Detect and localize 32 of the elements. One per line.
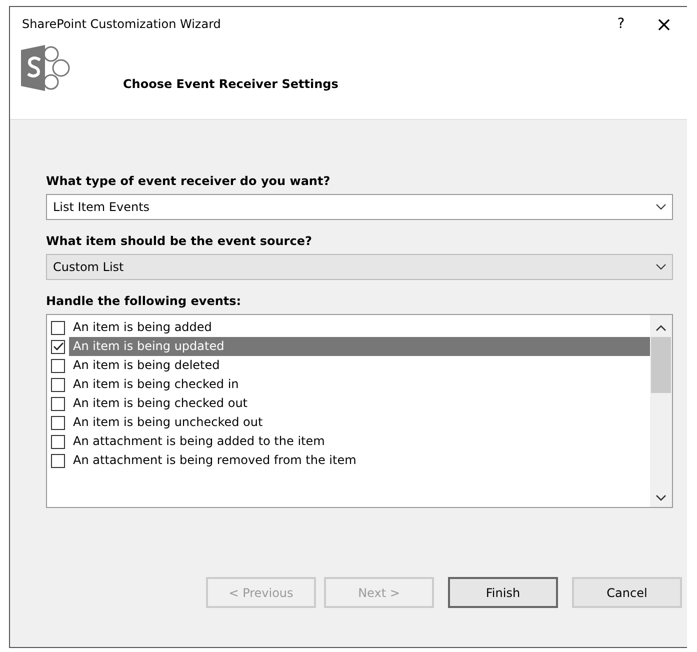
dropdown[interactable]: List Item Events bbox=[46, 194, 673, 220]
field-label: What item should be the event source? bbox=[46, 234, 313, 248]
event-item[interactable]: An attachment is being added to the item bbox=[69, 432, 650, 451]
chevron-down-icon bbox=[656, 204, 666, 210]
page-heading: Choose Event Receiver Settings bbox=[123, 77, 338, 91]
scroll-down-icon[interactable] bbox=[656, 495, 666, 501]
event-item[interactable]: An item is being updated bbox=[69, 337, 650, 356]
event-item[interactable]: An item is being checked out bbox=[69, 394, 650, 413]
checkbox[interactable] bbox=[51, 358, 65, 372]
scrollbar[interactable] bbox=[650, 315, 672, 507]
help-button[interactable]: ? bbox=[601, 16, 641, 32]
checkbox[interactable] bbox=[51, 320, 65, 334]
checkbox[interactable] bbox=[51, 378, 65, 392]
event-item[interactable]: An attachment is being removed from the item bbox=[69, 451, 650, 470]
checkbox[interactable] bbox=[51, 396, 65, 410]
wizard-button[interactable]: Finish bbox=[448, 577, 558, 608]
close-button[interactable]: × bbox=[641, 12, 687, 36]
scroll-up-icon[interactable] bbox=[656, 325, 666, 331]
chevron-down-icon bbox=[656, 264, 666, 270]
event-item[interactable]: An item is being unchecked out bbox=[69, 413, 650, 432]
list-label: Handle the following events: bbox=[46, 294, 242, 308]
field-label: What type of event receiver do you want? bbox=[46, 174, 332, 188]
wizard-button[interactable]: Cancel bbox=[572, 577, 682, 608]
checkbox[interactable] bbox=[51, 454, 65, 468]
window-title: SharePoint Customization Wizard bbox=[22, 17, 222, 31]
event-item[interactable]: An item is being deleted bbox=[69, 356, 650, 375]
event-item[interactable]: An item is being added bbox=[69, 318, 650, 337]
scroll-thumb[interactable] bbox=[651, 337, 671, 393]
checkbox[interactable] bbox=[51, 416, 65, 430]
checkbox[interactable] bbox=[51, 340, 65, 354]
checkbox[interactable] bbox=[51, 434, 65, 448]
event-item[interactable]: An item is being checked in bbox=[69, 375, 650, 394]
